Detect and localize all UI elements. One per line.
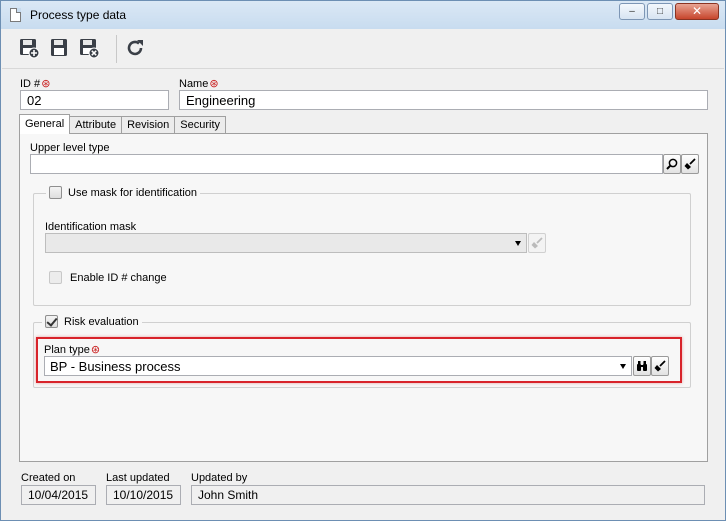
plan-type-clear-button[interactable] (651, 356, 669, 376)
risk-evaluation-group: Risk evaluation (33, 315, 691, 388)
broom-icon (684, 158, 696, 170)
save-and-close-button[interactable] (76, 35, 102, 61)
save-icon (51, 39, 67, 56)
search-icon (666, 158, 678, 170)
broom-icon (531, 237, 543, 249)
maximize-button[interactable]: □ (647, 3, 673, 20)
updated-by-label: Updated by (191, 472, 248, 484)
refresh-icon (127, 40, 143, 56)
save-and-new-button[interactable] (16, 35, 42, 61)
updated-by-field: John Smith (191, 485, 705, 505)
risk-evaluation-checkbox[interactable] (45, 315, 58, 328)
last-updated-field: 10/10/2015 (106, 485, 181, 505)
risk-evaluation-legend: Risk evaluation (42, 315, 142, 328)
upper-level-type-field[interactable] (30, 154, 663, 174)
search-button[interactable] (663, 154, 681, 174)
identification-mask-clear-button[interactable] (528, 233, 546, 253)
chevron-down-icon (515, 241, 521, 246)
plan-type-label: Plan type⊛ (44, 344, 101, 356)
id-label: ID #⊛ (20, 78, 51, 90)
enable-id-change-checkbox[interactable] (49, 271, 62, 284)
upper-level-type-label: Upper level type (30, 142, 110, 154)
use-mask-checkbox[interactable] (49, 186, 62, 199)
save-and-new-icon (20, 39, 40, 59)
tab-bar: General Attribute Revision Security (19, 114, 227, 134)
enable-id-change-row: Enable ID # change (49, 271, 167, 284)
tab-attribute[interactable]: Attribute (69, 116, 123, 134)
broom-icon (654, 360, 666, 372)
tab-revision[interactable]: Revision (121, 116, 176, 134)
required-icon: ⊛ (209, 78, 219, 90)
created-on-label: Created on (21, 472, 76, 484)
save-and-close-icon (80, 39, 100, 59)
binoculars-icon (637, 361, 647, 371)
name-field[interactable]: Engineering (179, 90, 708, 110)
close-button[interactable]: ✕ (675, 3, 719, 20)
use-mask-legend: Use mask for identification (46, 186, 200, 199)
toolbar-separator (116, 35, 117, 63)
window-title: Process type data (30, 8, 127, 22)
use-mask-label: Use mask for identification (68, 186, 197, 199)
document-icon (10, 8, 21, 22)
process-type-data-window: Process type data – □ ✕ ID #⊛ 02 Name⊛ E… (0, 0, 726, 521)
id-field[interactable]: 02 (20, 90, 169, 110)
plan-type-select[interactable]: BP - Business process (44, 356, 632, 376)
enable-id-change-label: Enable ID # change (70, 271, 167, 284)
required-icon: ⊛ (41, 78, 51, 90)
chevron-down-icon (620, 364, 626, 369)
created-on-field: 10/04/2015 (21, 485, 96, 505)
tab-security[interactable]: Security (174, 116, 227, 134)
title-bar: Process type data – □ ✕ (1, 1, 725, 29)
toolbar (2, 29, 724, 69)
name-label: Name⊛ (179, 78, 219, 90)
identification-mask-select[interactable] (45, 233, 527, 253)
risk-evaluation-label: Risk evaluation (64, 315, 139, 328)
clear-button[interactable] (681, 154, 699, 174)
minimize-button[interactable]: – (619, 3, 645, 20)
window-controls: – □ ✕ (619, 3, 719, 20)
required-icon: ⊛ (90, 344, 101, 356)
form-content: ID #⊛ 02 Name⊛ Engineering General Attri… (1, 69, 725, 520)
tab-general[interactable]: General (19, 114, 71, 134)
plan-type-browse-button[interactable] (633, 356, 651, 376)
save-button[interactable] (46, 35, 72, 61)
last-updated-label: Last updated (106, 472, 170, 484)
identification-mask-label: Identification mask (45, 221, 137, 233)
refresh-button[interactable] (122, 35, 148, 61)
